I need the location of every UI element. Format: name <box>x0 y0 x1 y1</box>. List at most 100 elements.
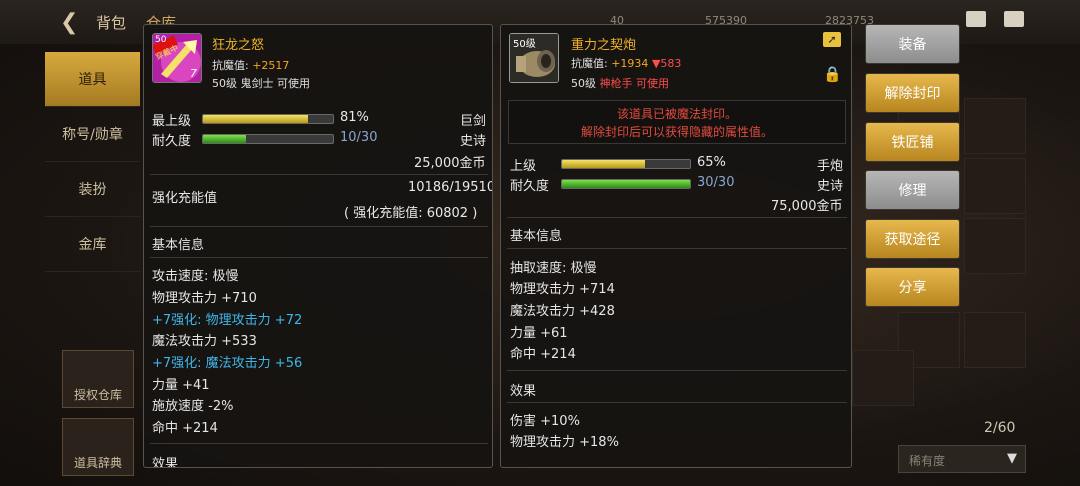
requirement-line: 50级 神枪手 可使用 <box>571 75 669 91</box>
mail-icon[interactable] <box>966 11 986 27</box>
divider <box>507 217 847 218</box>
req-class: 神枪手 可使用 <box>599 77 670 90</box>
resist-line: 抗魔值: +2517 <box>212 57 289 73</box>
item-icon-crazy-dragon: 50 穿戴中 7 <box>152 33 202 83</box>
grade-percent: 65% <box>697 155 726 170</box>
resist-label: 抗魔值: <box>212 59 249 72</box>
enhance-stat-line: +7强化: 魔法攻击力 +56 <box>152 356 303 371</box>
unseal-button[interactable]: 解除封印 <box>865 73 960 113</box>
grade-label: 上级 <box>510 159 537 174</box>
divider <box>507 402 847 403</box>
seal-notice: 该道具已被魔法封印。 解除封印后可以获得隐藏的属性值。 <box>508 100 846 144</box>
durability-label: 耐久度 <box>510 179 550 194</box>
divider <box>150 174 488 175</box>
divider <box>150 257 488 258</box>
req-level: 50级 <box>571 77 596 90</box>
inventory-slot[interactable] <box>964 158 1026 214</box>
resist-label: 抗魔值: <box>571 57 608 70</box>
obtain-method-button[interactable]: 获取途径 <box>865 219 960 259</box>
effect-line: 物理攻击力 +18% <box>510 435 619 450</box>
item-type: 巨剑 <box>460 114 487 129</box>
stat-line: 魔法攻击力 +533 <box>152 334 257 349</box>
sidebar: 道具 称号/勋章 装扮 金库 <box>45 52 140 272</box>
item-price: 75,000金币 <box>771 199 843 214</box>
divider <box>507 370 847 371</box>
chat-icon[interactable] <box>1004 11 1024 27</box>
grade-label: 最上级 <box>152 114 192 129</box>
grade-bar-fill <box>562 160 646 168</box>
rarity-label: 史诗 <box>817 179 844 194</box>
divider <box>507 248 847 249</box>
basic-info-title: 基本信息 <box>152 238 205 253</box>
rarity-filter-label: 稀有度 <box>909 454 946 468</box>
inventory-slot[interactable] <box>852 350 914 406</box>
seal-line-1: 该道具已被魔法封印。 <box>616 107 737 121</box>
grade-bar-fill <box>203 115 309 123</box>
item-dictionary-button[interactable]: 道具辞典 <box>62 418 134 476</box>
charge-label: 强化充能值 <box>152 191 218 206</box>
sidebar-item-vault[interactable]: 金库 <box>45 217 140 272</box>
stat-line: 力量 +41 <box>152 378 210 393</box>
enhance-stat-line: +7强化: 物理攻击力 +72 <box>152 313 303 328</box>
durability-bar-fill <box>562 180 690 188</box>
share-button[interactable]: 分享 <box>865 267 960 307</box>
enhance-level-tag: 7 <box>190 67 197 80</box>
effect-line: 伤害 +10% <box>510 414 580 429</box>
level-tag: 50 <box>155 35 167 45</box>
share-link-icon[interactable]: ➚ <box>823 32 841 47</box>
inventory-slot[interactable] <box>964 218 1026 274</box>
item-price: 25,000金币 <box>414 156 486 171</box>
durability-bar <box>202 134 334 144</box>
resist-value: +1934 <box>611 57 649 70</box>
tab-inventory[interactable]: 背包 <box>96 12 126 33</box>
durability-bar-fill <box>203 135 246 143</box>
resist-value: +2517 <box>252 59 290 72</box>
resist-line: 抗魔值: +1934 ▼583 <box>571 55 681 71</box>
sidebar-item-avatar[interactable]: 装扮 <box>45 162 140 217</box>
repair-button[interactable]: 修理 <box>865 170 960 210</box>
stat-line: 物理攻击力 +714 <box>510 282 615 297</box>
stat-line: 抽取速度: 极慢 <box>510 261 597 276</box>
blacksmith-button[interactable]: 铁匠铺 <box>865 122 960 162</box>
resist-diff: ▼583 <box>651 57 682 70</box>
auth-storage-button[interactable]: 授权仓库 <box>62 350 134 408</box>
dropdown-arrow-icon: ▼ <box>1007 451 1017 466</box>
rarity-filter-select[interactable]: 稀有度 ▼ <box>898 445 1026 473</box>
durability-bar <box>561 179 691 189</box>
item-tooltip-equipped: 50 穿戴中 7 狂龙之怒 抗魔值: +2517 50级 鬼剑士 可使用 最上级… <box>143 24 493 468</box>
durability-label: 耐久度 <box>152 134 192 149</box>
item-name: 狂龙之怒 <box>212 38 265 53</box>
item-icon-gravity-cannon: 50级 <box>509 33 559 83</box>
grade-bar <box>561 159 691 169</box>
seal-line-2: 解除封印后可以获得隐藏的属性值。 <box>580 125 773 139</box>
durability-value: 30/30 <box>697 175 735 190</box>
stat-line: 攻击速度: 极慢 <box>152 269 239 284</box>
stat-line: 物理攻击力 +710 <box>152 291 257 306</box>
inventory-slot[interactable] <box>964 312 1026 368</box>
divider <box>150 443 488 444</box>
divider <box>150 226 488 227</box>
sidebar-item-titles[interactable]: 称号/勋章 <box>45 107 140 162</box>
item-tooltip-compare: 50级 重力之契炮 ➚ 抗魔值: +1934 ▼583 50级 神枪手 可使用 … <box>500 24 852 468</box>
effect-title: 效果 <box>152 457 179 468</box>
inventory-slot[interactable] <box>964 98 1026 154</box>
stat-line: 命中 +214 <box>152 421 218 436</box>
stat-line: 力量 +61 <box>510 326 568 341</box>
basic-info-title: 基本信息 <box>510 229 563 244</box>
grade-percent: 81% <box>340 110 369 125</box>
inventory-counter: 2/60 <box>984 420 1016 436</box>
stat-line: 魔法攻击力 +428 <box>510 304 615 319</box>
stat-line: 施放速度 -2% <box>152 399 234 414</box>
level-tag: 50级 <box>513 39 536 50</box>
back-arrow-icon[interactable]: ❮ <box>60 10 78 35</box>
grade-bar <box>202 114 334 124</box>
requirement-line: 50级 鬼剑士 可使用 <box>212 77 310 90</box>
durability-value: 10/30 <box>340 130 378 145</box>
item-name: 重力之契炮 <box>571 38 637 53</box>
effect-title: 效果 <box>510 384 537 399</box>
stat-line: 命中 +214 <box>510 347 576 362</box>
charge-sub: ( 强化充能值: 60802 ) <box>344 206 478 221</box>
equip-button[interactable]: 装备 <box>865 24 960 64</box>
sidebar-item-items[interactable]: 道具 <box>45 52 140 107</box>
lock-icon: 🔒 <box>823 65 842 83</box>
